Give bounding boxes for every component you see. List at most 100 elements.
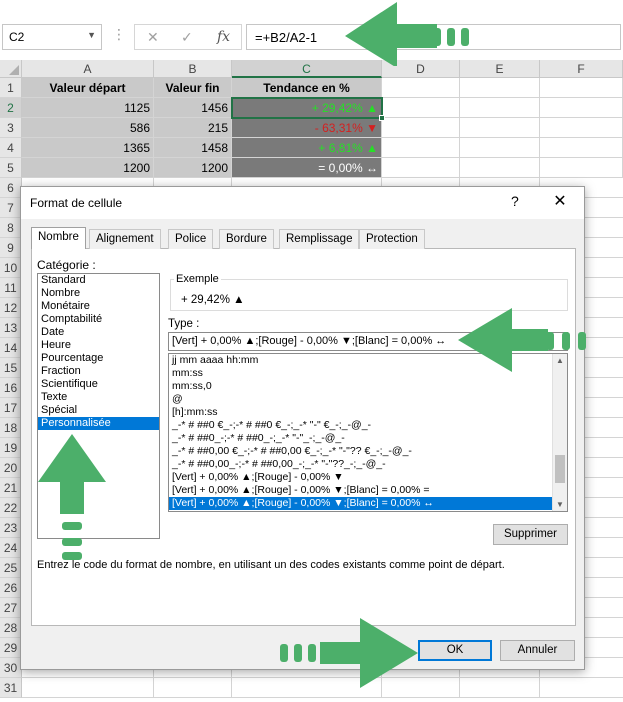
select-all-corner[interactable] [0,60,22,78]
cell-a3[interactable]: 586 [22,118,154,138]
cell-f3[interactable] [540,118,623,138]
column-header-f[interactable]: F [540,60,623,78]
cell-e4[interactable] [460,138,540,158]
row-header-24[interactable]: 24 [0,538,22,558]
row-header-14[interactable]: 14 [0,338,22,358]
cell-a5[interactable]: 1200 [22,158,154,178]
category-item-monetaire[interactable]: Monétaire [38,300,159,313]
category-item-heure[interactable]: Heure [38,339,159,352]
check-icon[interactable]: ✓ [181,29,193,46]
category-item-texte[interactable]: Texte [38,391,159,404]
close-icon[interactable]: ✕ [549,191,571,211]
column-header-c[interactable]: C [232,60,382,78]
row-header-16[interactable]: 16 [0,378,22,398]
cell-d5[interactable] [382,158,460,178]
delete-button[interactable]: Supprimer [493,524,568,545]
cell-a2[interactable]: 1125 [22,98,154,118]
cell-a4[interactable]: 1365 [22,138,154,158]
type-item[interactable]: @ [169,393,567,406]
type-item[interactable]: _-* # ##0,00_-;-* # ##0,00_-;_-* "-"??_-… [169,458,567,471]
row-header-18[interactable]: 18 [0,418,22,438]
row-header-21[interactable]: 21 [0,478,22,498]
cell-b1[interactable]: Valeur fin [154,78,232,98]
row-header-9[interactable]: 9 [0,238,22,258]
row-header-29[interactable]: 29 [0,638,22,658]
name-box[interactable]: C2 ▼ [2,24,102,50]
cell-b4[interactable]: 1458 [154,138,232,158]
row-header-25[interactable]: 25 [0,558,22,578]
type-list[interactable]: jj mm aaaa hh:mm mm:ss mm:ss,0 @ [h]:mm:… [168,353,568,512]
category-item-scientifique[interactable]: Scientifique [38,378,159,391]
column-header-b[interactable]: B [154,60,232,78]
cell-f5[interactable] [540,158,623,178]
row-header-27[interactable]: 27 [0,598,22,618]
row-header-31[interactable]: 31 [0,678,22,698]
cell-e2[interactable] [460,98,540,118]
cell-d3[interactable] [382,118,460,138]
row-header-23[interactable]: 23 [0,518,22,538]
type-item[interactable]: [Vert] + 0,00% ▲;[Rouge] - 0,00% ▼ [169,471,567,484]
ok-button[interactable]: OK [418,640,492,661]
category-item-standard[interactable]: Standard [38,274,159,287]
row-header-13[interactable]: 13 [0,318,22,338]
help-icon[interactable]: ? [511,193,519,209]
column-header-a[interactable]: A [22,60,154,78]
category-item-personnalisee[interactable]: Personnalisée [38,417,159,430]
cell-d2[interactable] [382,98,460,118]
row-header-17[interactable]: 17 [0,398,22,418]
cell-c1[interactable]: Tendance en % [232,78,382,98]
row-header-3[interactable]: 3 [0,118,22,138]
cell-d1[interactable] [382,78,460,98]
row-header-4[interactable]: 4 [0,138,22,158]
cell-c5[interactable]: = 0,00% ↔ [232,158,382,178]
type-item[interactable]: _-* # ##0,00 €_-;-* # ##0,00 €_-;_-* "-"… [169,445,567,458]
row-header-6[interactable]: 6 [0,178,22,198]
cancel-button[interactable]: Annuler [500,640,575,661]
scroll-up-icon[interactable]: ▲ [556,356,564,365]
row-header-11[interactable]: 11 [0,278,22,298]
type-item[interactable]: mm:ss [169,367,567,380]
column-header-e[interactable]: E [460,60,540,78]
row-header-22[interactable]: 22 [0,498,22,518]
row-header-2[interactable]: 2 [0,98,22,118]
tab-police[interactable]: Police [168,229,214,249]
cell-f1[interactable] [540,78,623,98]
column-header-d[interactable]: D [382,60,460,78]
chevron-down-icon[interactable]: ▼ [87,30,96,40]
tab-protection[interactable]: Protection [359,229,425,249]
scroll-down-icon[interactable]: ▼ [556,500,564,509]
row-header-26[interactable]: 26 [0,578,22,598]
category-item-date[interactable]: Date [38,326,159,339]
type-item[interactable]: _-* # ##0_-;-* # ##0_-;_-* "-"_-;_-@_- [169,432,567,445]
row-header-12[interactable]: 12 [0,298,22,318]
scroll-thumb[interactable] [555,455,565,483]
cell-b5[interactable]: 1200 [154,158,232,178]
category-item-comptabilite[interactable]: Comptabilité [38,313,159,326]
tab-remplissage[interactable]: Remplissage [279,229,360,249]
cell-c4[interactable]: + 6,81% ▲ [232,138,382,158]
cell-d4[interactable] [382,138,460,158]
cell-b3[interactable]: 215 [154,118,232,138]
row-header-10[interactable]: 10 [0,258,22,278]
row-header-19[interactable]: 19 [0,438,22,458]
dialog-titlebar[interactable]: Format de cellule ? ✕ [21,187,584,219]
type-item[interactable]: jj mm aaaa hh:mm [169,354,567,367]
type-item[interactable]: mm:ss,0 [169,380,567,393]
type-item[interactable]: _-* # ##0 €_-;-* # ##0 €_-;_-* "-" €_-;_… [169,419,567,432]
cell-f2[interactable] [540,98,623,118]
category-item-special[interactable]: Spécial [38,404,159,417]
row-header-5[interactable]: 5 [0,158,22,178]
tab-nombre[interactable]: Nombre [31,227,86,249]
formula-input[interactable]: =+B2/A2-1 [246,24,621,50]
cell-f4[interactable] [540,138,623,158]
row-header-20[interactable]: 20 [0,458,22,478]
cell-c2[interactable]: + 29,42% ▲ [232,98,382,118]
cancel-icon[interactable]: ✕ [147,29,159,46]
cell-b2[interactable]: 1456 [154,98,232,118]
row-header-8[interactable]: 8 [0,218,22,238]
row-header-7[interactable]: 7 [0,198,22,218]
type-item[interactable]: [Vert] + 0,00% ▲;[Rouge] - 0,00% ▼;[Blan… [169,484,567,497]
category-item-nombre[interactable]: Nombre [38,287,159,300]
tab-bordure[interactable]: Bordure [219,229,274,249]
type-input[interactable]: [Vert] + 0,00% ▲;[Rouge] - 0,00% ▼;[Blan… [168,332,568,351]
